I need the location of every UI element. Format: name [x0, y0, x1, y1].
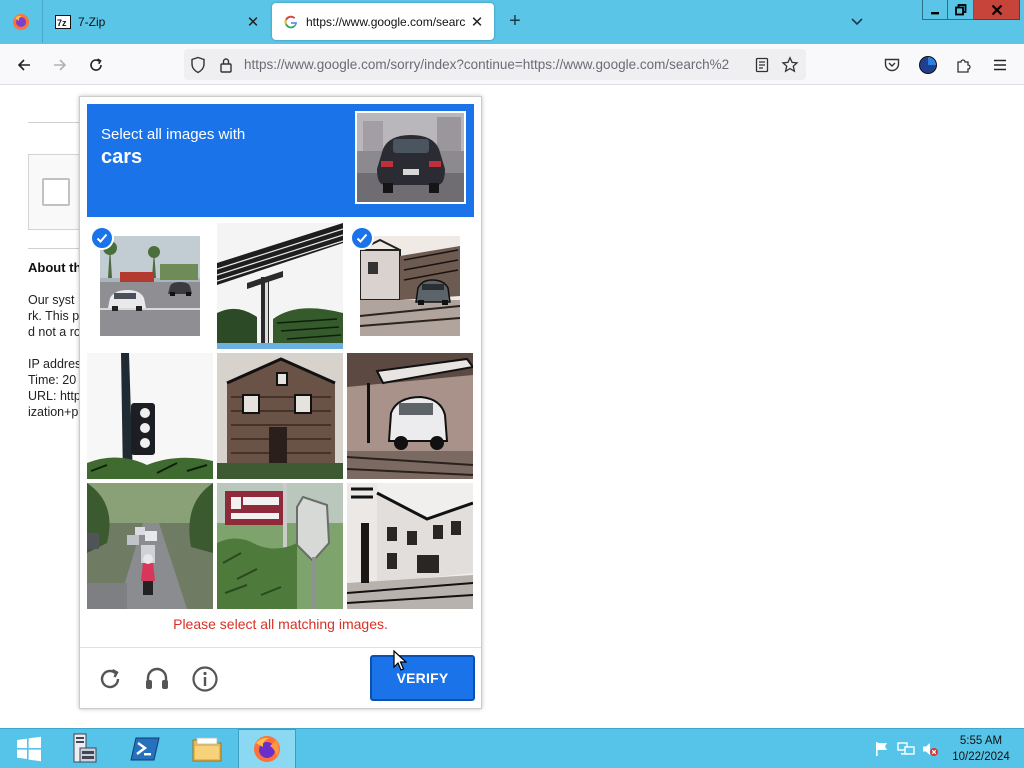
reload-icon[interactable] — [83, 52, 109, 78]
pocket-icon[interactable] — [879, 52, 905, 78]
firefox-taskbar-icon[interactable] — [238, 729, 296, 768]
captcha-tile[interactable] — [347, 223, 473, 349]
mouse-cursor — [393, 649, 408, 672]
account-icon[interactable] — [915, 52, 941, 78]
tab-title: https://www.google.com/search — [306, 14, 466, 29]
footer-divider — [80, 647, 481, 648]
forward-icon[interactable] — [47, 52, 73, 78]
captcha-tile[interactable] — [87, 353, 213, 479]
clock-time: 5:55 AM — [959, 735, 1003, 747]
close-tab-icon[interactable]: ✕ — [242, 13, 264, 31]
extensions-icon[interactable] — [951, 52, 977, 78]
svg-text:7z: 7z — [57, 18, 67, 28]
captcha-tile[interactable] — [347, 483, 473, 609]
page-text-line: Our syst — [28, 293, 75, 307]
firefox-menu-icon[interactable] — [0, 0, 43, 43]
captcha-header: Select all images with cars — [87, 104, 474, 217]
url-text[interactable]: https://www.google.com/sorry/index?conti… — [244, 57, 744, 72]
selected-check-icon — [90, 226, 114, 250]
list-all-tabs-icon[interactable] — [846, 12, 868, 32]
page-text-line: rk. This p — [28, 309, 80, 323]
captcha-instruction: Select all images with — [101, 126, 246, 143]
captcha-tile[interactable] — [87, 483, 213, 609]
7zip-icon: 7z — [55, 14, 71, 30]
verify-button[interactable]: VERIFY — [370, 655, 475, 701]
tile-image-traffic-light — [87, 353, 213, 479]
tab-google[interactable]: https://www.google.com/search ✕ — [272, 3, 494, 40]
reload-challenge-icon[interactable] — [94, 663, 126, 695]
reader-view-icon[interactable] — [752, 55, 772, 75]
recaptcha-checkbox[interactable] — [42, 178, 70, 206]
powershell-icon[interactable] — [116, 729, 174, 768]
page-text-line: IP addres — [28, 357, 82, 371]
minimize-button[interactable] — [922, 0, 948, 20]
captcha-tile[interactable] — [347, 353, 473, 479]
tile-image-road-with-scooter — [87, 483, 213, 609]
captcha-target: cars — [101, 146, 143, 168]
info-icon[interactable] — [189, 663, 221, 695]
action-center-flag-icon[interactable] — [872, 739, 892, 759]
taskbar: 5:55 AM 10/22/2024 — [0, 728, 1024, 768]
new-tab-button[interactable]: + — [503, 10, 527, 34]
captcha-challenge-dialog: Select all images with cars Please selec… — [79, 96, 482, 709]
tile-image-brick-house — [217, 353, 343, 479]
server-manager-icon[interactable] — [52, 729, 110, 768]
menu-icon[interactable] — [987, 52, 1013, 78]
network-icon[interactable] — [896, 739, 916, 759]
sample-image-car — [355, 111, 466, 204]
tile-image-car-under-carport — [347, 353, 473, 479]
captcha-tile[interactable] — [217, 353, 343, 479]
selected-check-icon — [350, 226, 374, 250]
tab-title: 7-Zip — [78, 14, 106, 29]
tile-image-street-sign — [217, 483, 343, 609]
system-clock[interactable]: 5:55 AM 10/22/2024 — [944, 733, 1018, 765]
file-explorer-icon[interactable] — [178, 729, 236, 768]
restore-button[interactable] — [948, 0, 974, 20]
captcha-tile[interactable] — [217, 483, 343, 609]
google-icon — [283, 14, 299, 30]
page-text-line: d not a ro — [28, 325, 81, 339]
audio-challenge-icon[interactable] — [141, 663, 173, 695]
address-bar[interactable]: https://www.google.com/sorry/index?conti… — [184, 49, 806, 80]
close-tab-icon[interactable]: ✕ — [466, 13, 488, 31]
page-text-line: URL: http — [28, 389, 81, 403]
error-message: Please select all matching images. — [173, 616, 388, 632]
tab-bar: 7z 7-Zip ✕ https://www.google.com/search… — [0, 0, 1024, 44]
captcha-image-grid — [87, 223, 474, 610]
navigation-toolbar: https://www.google.com/sorry/index?conti… — [0, 44, 1024, 85]
tile-image-street-with-cars — [100, 236, 200, 336]
captcha-tile[interactable] — [217, 223, 343, 349]
page-text-line: ization+p — [28, 405, 79, 419]
captcha-tile[interactable] — [87, 223, 213, 349]
lock-icon[interactable] — [216, 55, 236, 75]
tile-image-house-with-car — [360, 236, 460, 336]
volume-muted-icon[interactable] — [920, 739, 940, 759]
start-button[interactable] — [0, 729, 58, 768]
shield-icon[interactable] — [188, 55, 208, 75]
about-heading: About th — [28, 260, 82, 275]
back-icon[interactable] — [11, 52, 37, 78]
tab-7zip[interactable]: 7z 7-Zip ✕ — [44, 3, 270, 40]
page-text-line: Time: 20 — [28, 373, 77, 387]
tile-image-townhouses — [347, 483, 473, 609]
bookmark-star-icon[interactable] — [780, 55, 800, 75]
tile-image-overpass-bridge — [217, 223, 343, 349]
close-window-button[interactable] — [974, 0, 1020, 20]
clock-date: 10/22/2024 — [952, 751, 1010, 763]
